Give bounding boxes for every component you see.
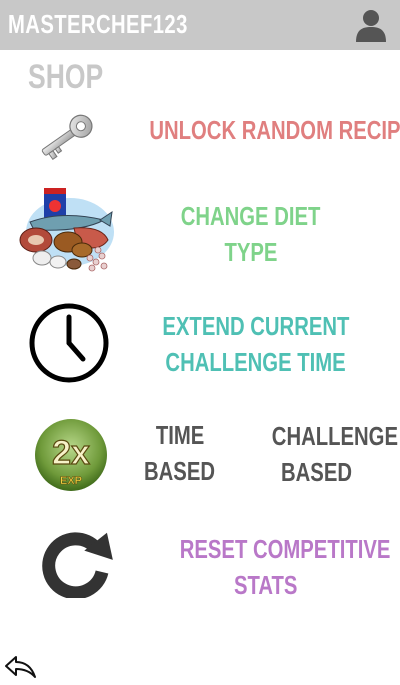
username-label: MASTERCHEF123 xyxy=(8,9,188,39)
double-exp-icon: 2x EXP xyxy=(34,418,108,492)
2x-exp-badge-icon: 2x EXP xyxy=(35,419,107,491)
time-based-button[interactable]: TIME BASED xyxy=(130,417,230,489)
time-based-label-line-1: TIME xyxy=(155,420,205,450)
extend-time-label-line-2: CHALLENGE TIME xyxy=(165,347,347,377)
refresh-icon xyxy=(42,532,113,600)
unlock-recipe-label-line-1: UNLOCK RANDOM RECIPE xyxy=(149,115,400,145)
reset-stats-label-line-2: STATS xyxy=(234,570,298,600)
profile-button[interactable] xyxy=(352,6,390,44)
extend-time-button[interactable]: EXTEND CURRENT CHALLENGE TIME xyxy=(136,308,376,380)
change-diet-label-line-1: CHANGE DIET xyxy=(181,201,321,231)
change-diet-label-line-2: TYPE xyxy=(224,237,278,267)
unlock-recipe-icon-button[interactable] xyxy=(32,104,102,168)
challenge-based-label-line-1: CHALLENGE xyxy=(271,421,398,451)
extend-time-label-line-1: EXTEND CURRENT xyxy=(162,311,350,341)
reset-stats-icon-button[interactable] xyxy=(36,528,118,600)
key-icon xyxy=(41,114,93,161)
back-arrow-icon xyxy=(5,656,36,678)
time-based-label-line-2: BASED xyxy=(144,456,216,486)
reset-stats-label-line-1: RESET COMPETITIVE xyxy=(179,534,391,564)
shop-screen: MASTERCHEF123 SHOP UNLOCK RANDOM RECIPE … xyxy=(0,0,400,685)
shop-title: SHOP xyxy=(28,58,104,96)
user-silhouette-icon xyxy=(356,10,386,42)
change-diet-button[interactable]: CHANGE DIET TYPE xyxy=(150,198,352,270)
unlock-recipe-button[interactable]: UNLOCK RANDOM RECIPE xyxy=(112,112,400,148)
badge-sub-text: EXP xyxy=(60,475,82,487)
food-pile-icon xyxy=(19,188,114,272)
challenge-based-button[interactable]: CHALLENGE BASED xyxy=(254,418,398,490)
clock-icon xyxy=(29,303,109,383)
reset-stats-button[interactable]: RESET COMPETITIVE STATS xyxy=(150,531,391,603)
back-button[interactable] xyxy=(4,654,38,680)
top-bar: MASTERCHEF123 xyxy=(0,0,400,50)
extend-time-icon-button[interactable] xyxy=(28,302,110,384)
change-diet-icon-button[interactable] xyxy=(12,184,116,276)
challenge-based-label-line-2: BASED xyxy=(281,457,353,487)
badge-main-text: 2x xyxy=(52,434,90,472)
